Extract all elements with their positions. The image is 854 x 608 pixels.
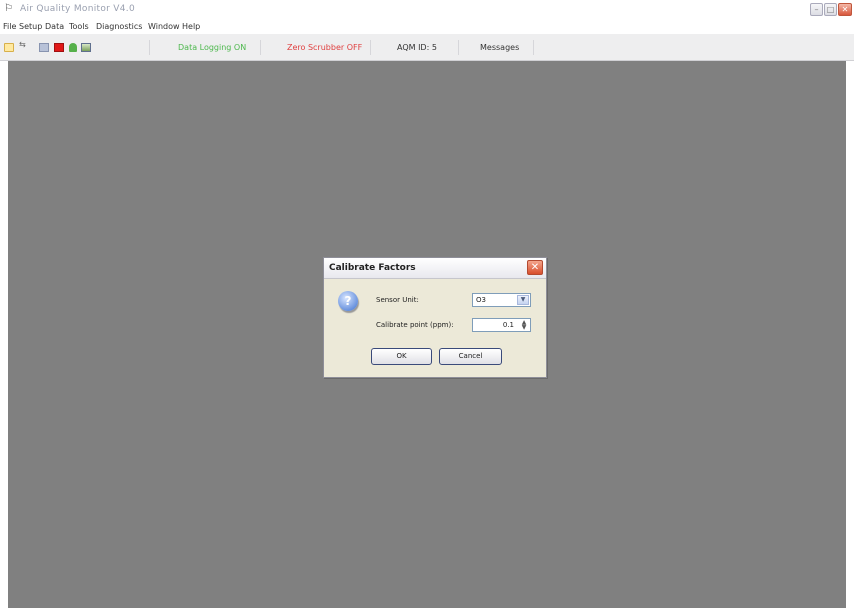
dialog-close-button[interactable]: ✕ <box>527 260 543 275</box>
stop-icon[interactable] <box>54 43 64 52</box>
open-icon[interactable] <box>4 43 14 52</box>
sensor-unit-label: Sensor Unit: <box>376 296 419 304</box>
menu-file[interactable]: File <box>3 22 16 31</box>
menu-tools[interactable]: Tools <box>69 22 89 31</box>
spin-arrows-icon[interactable]: ▲ ▼ <box>519 320 529 331</box>
calibrate-factors-dialog: Calibrate Factors ✕ ? Sensor Unit: O3 ▼ … <box>323 257 547 378</box>
title-bar: ⚐ Air Quality Monitor V4.0 – □ ✕ <box>0 0 854 20</box>
close-window-button[interactable]: ✕ <box>838 3 852 16</box>
cancel-button[interactable]: Cancel <box>439 348 502 365</box>
toolbar: ⇆ Data Logging ON Zero Scrubber OFF AQM … <box>0 34 854 61</box>
menu-data[interactable]: Data <box>45 22 64 31</box>
toolbar-separator <box>533 40 534 55</box>
maximize-button[interactable]: □ <box>824 3 837 16</box>
aqm-id-status: AQM ID: 5 <box>397 43 437 52</box>
dialog-title: Calibrate Factors <box>329 263 416 273</box>
flag-icon: ⚐ <box>4 3 13 14</box>
sensor-unit-value: O3 <box>476 296 486 304</box>
zero-scrubber-status: Zero Scrubber OFF <box>287 43 363 52</box>
minimize-button[interactable]: – <box>810 3 823 16</box>
menu-diagnostics[interactable]: Diagnostics <box>96 22 142 31</box>
toolbar-separator <box>458 40 459 55</box>
data-logging-status: Data Logging ON <box>178 43 247 52</box>
question-icon: ? <box>338 291 358 311</box>
menu-window[interactable]: Window <box>148 22 180 31</box>
calibrate-point-stepper[interactable]: 0.1 ▲ ▼ <box>472 318 531 332</box>
messages-button[interactable]: Messages <box>480 43 519 52</box>
menu-setup[interactable]: Setup <box>19 22 42 31</box>
plant-icon[interactable] <box>69 43 77 52</box>
chart-icon[interactable] <box>81 43 91 52</box>
sensor-unit-select[interactable]: O3 ▼ <box>472 293 531 307</box>
ok-button[interactable]: OK <box>371 348 432 365</box>
chevron-down-icon[interactable]: ▼ <box>517 295 529 305</box>
dialog-title-bar[interactable]: Calibrate Factors ✕ <box>324 258 546 279</box>
calibrate-point-label: Calibrate point (ppm): <box>376 321 454 329</box>
menu-help[interactable]: Help <box>182 22 200 31</box>
toolbar-separator <box>260 40 261 55</box>
toolbar-separator <box>149 40 150 55</box>
connect-icon[interactable]: ⇆ <box>19 40 29 49</box>
menu-bar: File Setup Data Tools Diagnostics Window… <box>0 20 854 34</box>
calibrate-point-value: 0.1 <box>502 321 514 329</box>
window-title: Air Quality Monitor V4.0 <box>20 4 135 14</box>
grid-icon[interactable] <box>39 43 49 52</box>
toolbar-separator <box>370 40 371 55</box>
